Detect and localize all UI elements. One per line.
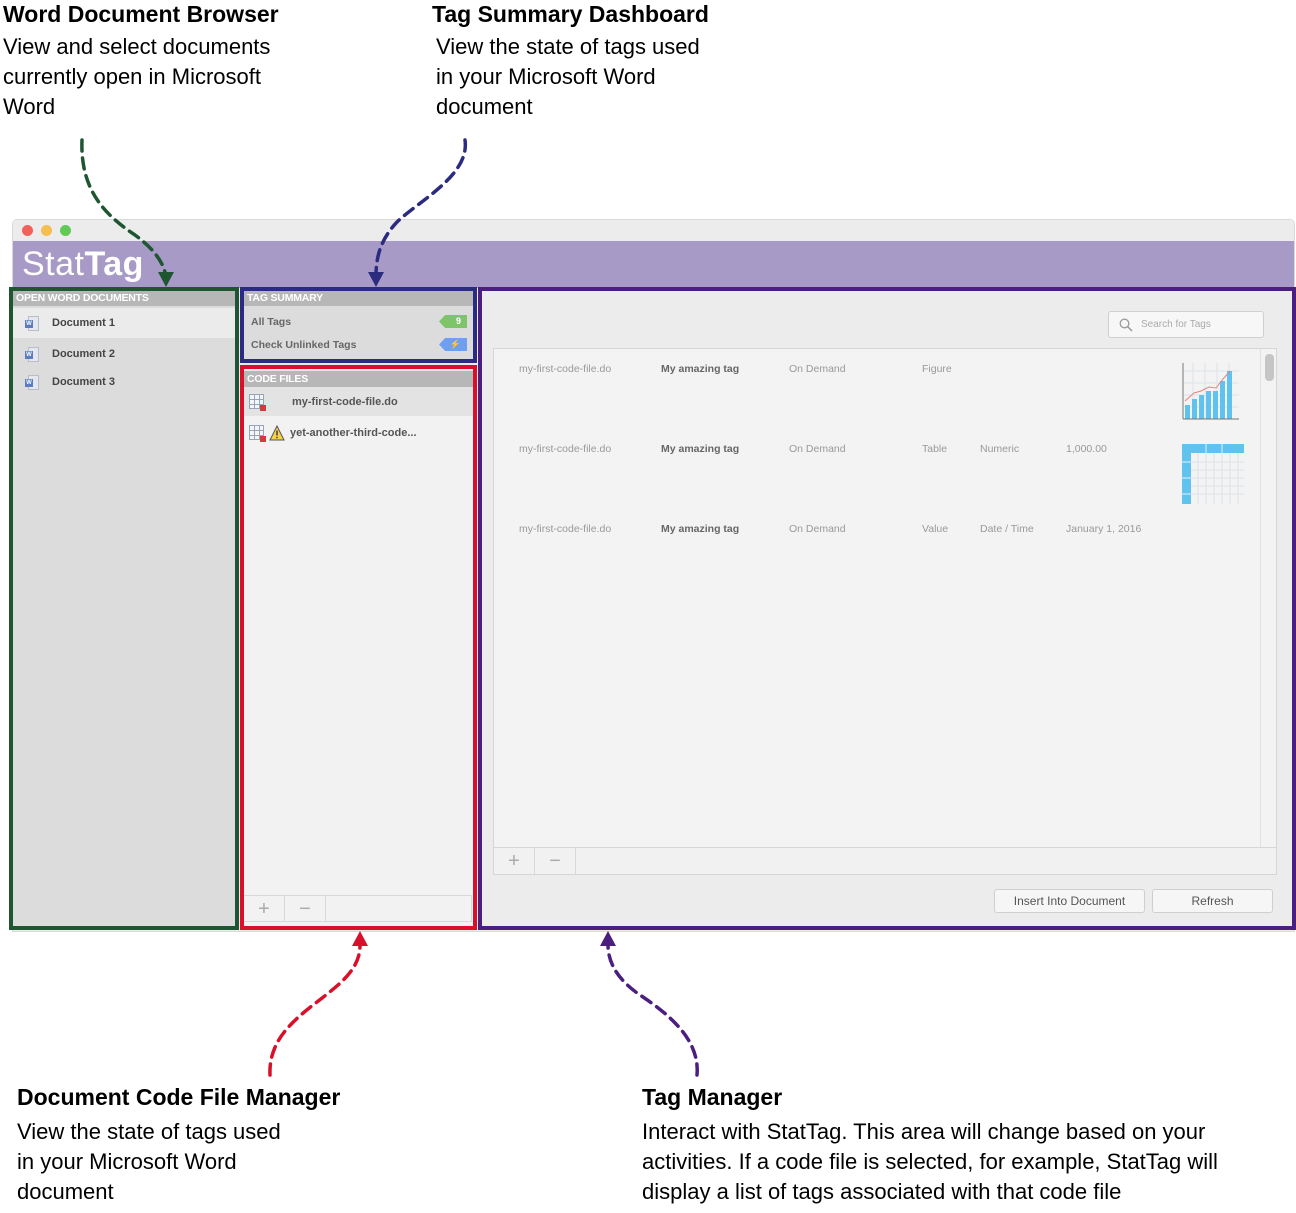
add-code-file-button[interactable]: + [244, 896, 285, 921]
all-tags-count-badge: 9 [439, 315, 467, 328]
code-file-icon [249, 394, 266, 411]
code-file-item[interactable]: my-first-code-file.do [243, 387, 474, 416]
document-name: Document 3 [52, 376, 115, 388]
tag-code-file: my-first-code-file.do [519, 523, 612, 535]
annotation-title: Word Document Browser [3, 1, 279, 27]
annotation-description: View the state of tags used in your Micr… [17, 1119, 281, 1204]
annotation-tag-manager: Tag Manager Interact with StatTag. This … [642, 1083, 1218, 1207]
annotation-word-browser: Word Document Browser View and select do… [3, 0, 279, 122]
scrollbar-thumb[interactable] [1265, 354, 1274, 381]
warning-icon [269, 424, 285, 440]
check-unlinked-tags-label: Check Unlinked Tags [251, 338, 357, 351]
annotation-code-file-manager: Document Code File Manager View the stat… [17, 1083, 340, 1207]
refresh-button[interactable]: Refresh [1152, 889, 1273, 913]
code-files-list: my-first-code-file.do yet-another-third-… [243, 387, 474, 927]
annotation-description: View the state of tags used in your Micr… [436, 34, 700, 119]
word-document-icon: W [25, 346, 39, 362]
annotation-title: Tag Manager [642, 1084, 783, 1110]
tag-format: Date / Time [980, 523, 1034, 535]
tag-name: My amazing tag [661, 443, 740, 455]
unlinked-tags-badge: ⚡ [439, 338, 467, 351]
annotation-title: Tag Summary Dashboard [432, 1, 709, 27]
code-file-manager-arrow-line [268, 943, 362, 1077]
close-window-button[interactable] [22, 225, 33, 236]
tag-type: Value [922, 523, 949, 535]
tag-list: my-first-code-file.do My amazing tag On … [493, 348, 1277, 848]
logo-text-light: Stat [22, 245, 85, 283]
remove-code-file-button[interactable]: − [285, 896, 326, 921]
maximize-window-button[interactable] [60, 225, 71, 236]
insert-into-document-button[interactable]: Insert Into Document [994, 889, 1145, 913]
tag-row[interactable]: my-first-code-file.do My amazing tag On … [494, 509, 1260, 589]
annotation-title: Document Code File Manager [17, 1084, 341, 1110]
add-tag-button[interactable]: + [494, 848, 535, 874]
code-file-manager-arrowhead [352, 931, 368, 946]
word-document-icon: W [25, 374, 39, 390]
logo-text-bold: Tag [84, 245, 144, 283]
tag-list-toolbar: + − [493, 847, 1277, 875]
tag-value: January 1, 2016 [1066, 523, 1142, 535]
tag-manager-pane: Search for Tags my-first-code-file.do My… [482, 290, 1294, 927]
code-files-header: CODE FILES [243, 371, 474, 387]
document-item[interactable]: W Document 1 [12, 308, 236, 338]
table-grid-icon [1182, 444, 1244, 504]
tag-row[interactable]: my-first-code-file.do My amazing tag On … [494, 429, 1260, 509]
search-for-tags-field[interactable]: Search for Tags [1108, 311, 1264, 338]
tag-name: My amazing tag [661, 363, 740, 375]
tag-manager-arrow-line [606, 943, 699, 1077]
tag-format: Numeric [980, 443, 1020, 455]
tag-list-scrollbar[interactable] [1260, 349, 1278, 847]
word-document-icon: W [25, 315, 39, 331]
tag-code-file: my-first-code-file.do [519, 443, 612, 455]
tag-code-file: my-first-code-file.do [519, 363, 612, 375]
code-files-toolbar: + − [243, 895, 472, 922]
check-unlinked-tags-row[interactable]: Check Unlinked Tags ⚡ [243, 333, 474, 356]
open-word-documents-pane: OPEN WORD DOCUMENTS W Document 1 W Docum… [12, 290, 236, 927]
all-tags-row[interactable]: All Tags 9 [243, 310, 474, 333]
minimize-window-button[interactable] [41, 225, 52, 236]
annotation-tag-summary: Tag Summary Dashboard View the state of … [432, 0, 709, 122]
code-file-icon [249, 425, 266, 442]
code-file-name: my-first-code-file.do [292, 395, 398, 408]
tag-run-frequency: On Demand [789, 523, 846, 535]
tag-value: 1,000.00 [1066, 443, 1107, 455]
document-name: Document 2 [52, 348, 115, 360]
app-logo: StatTag [22, 245, 144, 283]
middle-column: TAG SUMMARY All Tags 9 Check Unlinked Ta… [243, 290, 474, 927]
search-icon [1119, 318, 1133, 332]
tag-row[interactable]: my-first-code-file.do My amazing tag On … [494, 349, 1260, 429]
app-banner: StatTag [13, 241, 1294, 288]
tag-name: My amazing tag [661, 523, 740, 535]
search-placeholder: Search for Tags [1141, 319, 1211, 330]
tag-summary-header: TAG SUMMARY [243, 290, 474, 306]
annotation-description: Interact with StatTag. This area will ch… [642, 1119, 1218, 1204]
tag-type: Table [922, 443, 948, 455]
remove-tag-button[interactable]: − [535, 848, 576, 874]
tag-run-frequency: On Demand [789, 363, 846, 375]
title-bar [13, 220, 1294, 241]
tag-run-frequency: On Demand [789, 443, 846, 455]
code-file-name: yet-another-third-code... [290, 426, 417, 439]
document-name: Document 1 [52, 317, 115, 329]
tag-manager-arrowhead [600, 931, 616, 946]
document-item[interactable]: W Document 3 [12, 368, 236, 396]
open-word-documents-header: OPEN WORD DOCUMENTS [12, 290, 236, 306]
annotation-description: View and select documents currently open… [3, 34, 271, 119]
figure-chart-icon [1182, 363, 1239, 420]
tag-type: Figure [922, 363, 952, 375]
document-item[interactable]: W Document 2 [12, 340, 236, 368]
tag-summary-pane: All Tags 9 Check Unlinked Tags ⚡ [243, 306, 474, 359]
all-tags-label: All Tags [251, 315, 292, 328]
code-file-item[interactable]: yet-another-third-code... [243, 418, 474, 447]
